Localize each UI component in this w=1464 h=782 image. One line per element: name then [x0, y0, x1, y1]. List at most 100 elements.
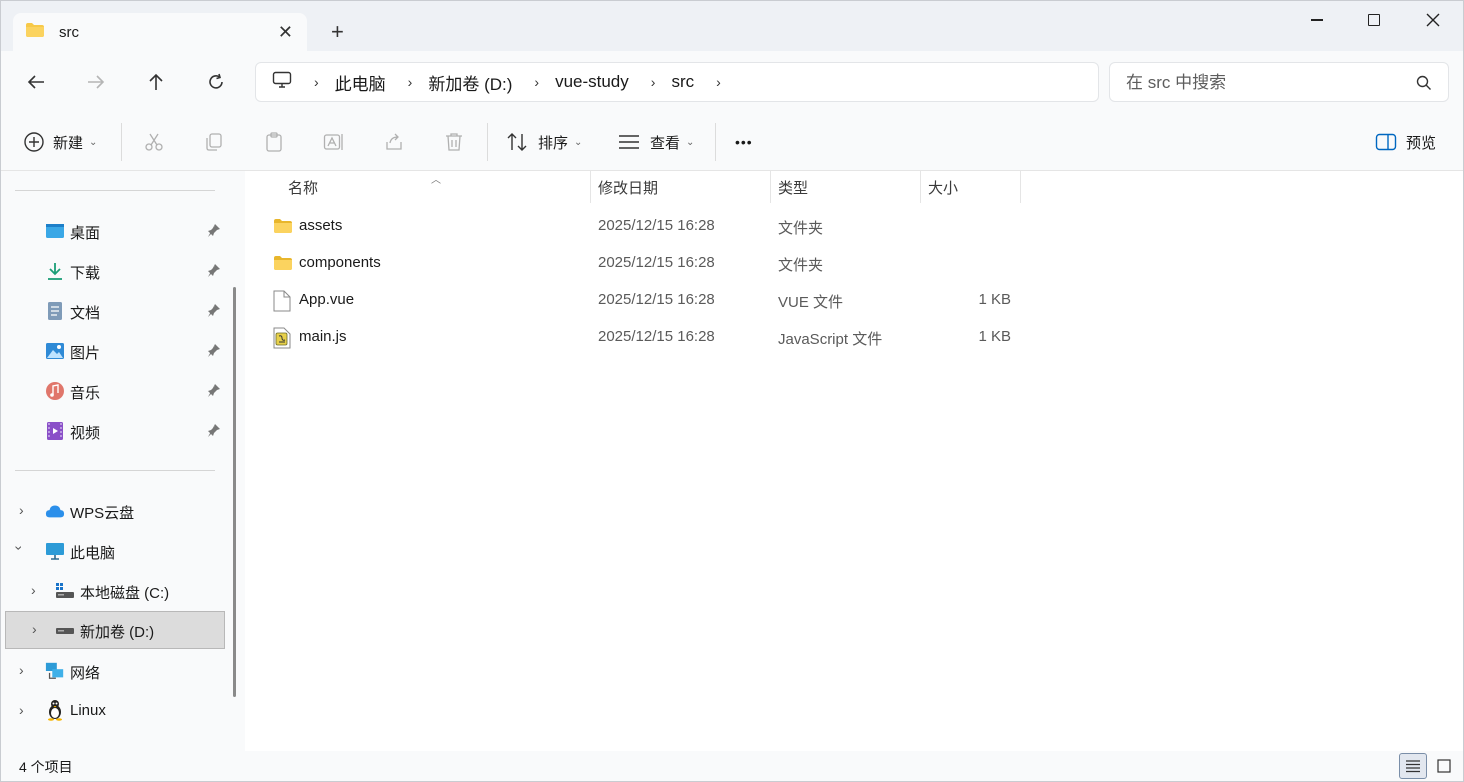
- delete-button[interactable]: [442, 130, 466, 154]
- column-divider[interactable]: [770, 171, 771, 203]
- column-header-size[interactable]: 大小: [928, 171, 958, 203]
- minimize-button[interactable]: [1294, 7, 1340, 33]
- view-button-label: 查看: [650, 134, 681, 152]
- close-window-button[interactable]: [1410, 7, 1456, 33]
- search-icon[interactable]: [1416, 75, 1432, 95]
- sidebar-item-network[interactable]: › 网络: [1, 652, 231, 690]
- pin-icon[interactable]: [207, 343, 221, 361]
- sidebar-item-music[interactable]: 音乐: [1, 372, 231, 410]
- arrow-left-icon: [27, 75, 44, 89]
- breadcrumb-this-pc[interactable]: 此电脑: [335, 70, 386, 95]
- chevron-right-icon[interactable]: ›: [408, 74, 413, 90]
- chevron-right-icon[interactable]: ›: [716, 74, 721, 90]
- sort-ascending-icon: ︿: [431, 175, 441, 186]
- sidebar-item-downloads[interactable]: 下载: [1, 252, 231, 290]
- sidebar-item-this-pc[interactable]: › 此电脑: [1, 532, 231, 570]
- preview-pane-label: 预览: [1406, 134, 1437, 152]
- sort-button[interactable]: 排序 ⌄: [506, 127, 582, 157]
- cut-button[interactable]: [142, 130, 166, 154]
- folder-icon: [273, 255, 293, 275]
- share-button[interactable]: [382, 130, 406, 154]
- search-box[interactable]: [1109, 62, 1449, 102]
- breadcrumb-segment[interactable]: › 新加卷 (D:): [386, 70, 513, 95]
- column-divider[interactable]: [590, 171, 591, 203]
- js-file-icon: [273, 327, 291, 353]
- sidebar-item-videos[interactable]: 视频: [1, 412, 231, 450]
- sidebar-item-pictures[interactable]: 图片: [1, 332, 231, 370]
- refresh-button[interactable]: [201, 69, 231, 95]
- address-bar[interactable]: › 此电脑 › 新加卷 (D:) › vue-study › src ›: [255, 62, 1099, 102]
- preview-pane-button[interactable]: 预览: [1375, 127, 1436, 157]
- chevron-right-icon[interactable]: ›: [314, 74, 319, 90]
- breadcrumb-src[interactable]: src: [671, 72, 694, 92]
- maximize-button[interactable]: [1351, 7, 1397, 33]
- pin-icon[interactable]: [207, 303, 221, 321]
- file-list: ︿ 名称 修改日期 类型 大小 assets 2025/12/15 16:28 …: [247, 171, 1463, 751]
- sidebar-divider: [15, 190, 215, 191]
- sidebar-item-drive-d[interactable]: › 新加卷 (D:): [5, 611, 225, 649]
- chevron-right-icon[interactable]: ›: [19, 702, 24, 718]
- clipboard-icon: [266, 132, 282, 152]
- pin-icon[interactable]: [207, 223, 221, 241]
- back-button[interactable]: [21, 69, 51, 95]
- chevron-right-icon[interactable]: ›: [651, 74, 656, 90]
- computer-icon: [45, 541, 65, 561]
- sidebar-scrollbar[interactable]: [233, 287, 236, 697]
- close-tab-icon[interactable]: ✕: [278, 22, 293, 42]
- file-row[interactable]: components 2025/12/15 16:28 文件夹: [267, 246, 1027, 282]
- chevron-down-icon: ⌄: [574, 136, 583, 148]
- view-button[interactable]: 查看 ⌄: [618, 127, 694, 157]
- new-button[interactable]: 新建 ⌄: [23, 127, 97, 157]
- pin-icon[interactable]: [207, 383, 221, 401]
- details-view-button[interactable]: [1399, 753, 1427, 779]
- column-divider[interactable]: [920, 171, 921, 203]
- pin-icon[interactable]: [207, 423, 221, 441]
- up-button[interactable]: [141, 69, 171, 95]
- file-explorer-window: src ✕ + › 此电脑 › 新加卷 (D:) › vue-study › s…: [0, 0, 1464, 782]
- forward-button[interactable]: [81, 69, 111, 95]
- rename-button[interactable]: [322, 130, 346, 154]
- column-header-type[interactable]: 类型: [778, 171, 808, 203]
- breadcrumb-segment[interactable]: ›: [694, 74, 737, 90]
- chevron-right-icon[interactable]: ›: [19, 502, 24, 518]
- tab-title: src: [59, 23, 79, 41]
- file-row[interactable]: main.js 2025/12/15 16:28 JavaScript 文件 1…: [267, 320, 1027, 356]
- search-input[interactable]: [1126, 71, 1406, 95]
- sidebar-item-wps-cloud[interactable]: › WPS云盘: [1, 492, 231, 530]
- sidebar-item-desktop[interactable]: 桌面: [1, 212, 231, 250]
- column-divider[interactable]: [1020, 171, 1021, 203]
- toolbar-divider: [487, 123, 488, 161]
- breadcrumb-segment[interactable]: › 此电脑: [292, 70, 386, 95]
- sidebar-item-drive-c[interactable]: › 本地磁盘 (C:): [1, 572, 231, 610]
- chevron-right-icon[interactable]: ›: [19, 662, 24, 678]
- tiles-view-icon: [1437, 759, 1451, 773]
- more-options-button[interactable]: •••: [735, 127, 753, 157]
- chevron-right-icon[interactable]: ›: [534, 74, 539, 90]
- sidebar-item-label: 文档: [70, 305, 101, 322]
- breadcrumb-segment[interactable]: › src: [629, 72, 694, 92]
- command-bar: 新建 ⌄ 排序 ⌄ 查看 ⌄ ••• 预览: [1, 113, 1463, 171]
- sidebar-item-label: Linux: [70, 702, 106, 719]
- sidebar-item-label: 下载: [70, 265, 101, 282]
- refresh-icon: [209, 73, 223, 89]
- sidebar-item-label: 图片: [70, 345, 101, 362]
- chevron-right-icon[interactable]: ›: [32, 621, 37, 637]
- column-header-name[interactable]: 名称: [288, 171, 318, 203]
- chevron-right-icon[interactable]: ›: [31, 582, 36, 598]
- file-row[interactable]: App.vue 2025/12/15 16:28 VUE 文件 1 KB: [267, 283, 1027, 319]
- chevron-down-icon[interactable]: ›: [11, 546, 27, 551]
- sidebar-item-linux[interactable]: › Linux: [1, 692, 231, 730]
- file-row[interactable]: assets 2025/12/15 16:28 文件夹: [267, 209, 1027, 245]
- breadcrumb-vue-study[interactable]: vue-study: [555, 72, 629, 92]
- tab-src[interactable]: src ✕: [13, 13, 307, 51]
- computer-icon[interactable]: [272, 71, 292, 93]
- pin-icon[interactable]: [207, 263, 221, 281]
- breadcrumb-drive-d[interactable]: 新加卷 (D:): [428, 70, 512, 95]
- sidebar-item-documents[interactable]: 文档: [1, 292, 231, 330]
- column-header-modified[interactable]: 修改日期: [598, 171, 658, 203]
- paste-button[interactable]: [262, 130, 286, 154]
- tiles-view-button[interactable]: [1430, 753, 1458, 779]
- new-tab-button[interactable]: +: [331, 19, 344, 45]
- copy-button[interactable]: [202, 130, 226, 154]
- breadcrumb-segment[interactable]: › vue-study: [512, 72, 628, 92]
